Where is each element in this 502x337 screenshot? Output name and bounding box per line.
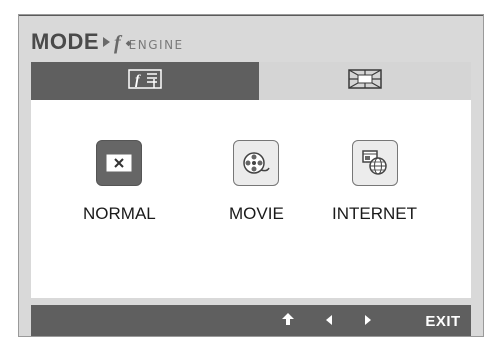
osd-window: MODE f ENGINE f NORMAL MOVIE INTERNET EX… (18, 14, 484, 337)
osd-title: MODE f ENGINE (31, 29, 184, 59)
mode-internet-label: INTERNET (332, 204, 417, 223)
normal-mode-icon (96, 140, 143, 186)
tab-f-engine[interactable]: f (31, 62, 259, 100)
picture-adjust-icon (348, 68, 382, 94)
mode-movie[interactable]: MOVIE (229, 140, 284, 224)
title-f-glyph: f (114, 32, 121, 54)
mode-movie-label: MOVIE (229, 204, 284, 223)
footer-bar: EXIT (31, 305, 471, 336)
title-engine: ENGINE (128, 38, 184, 52)
left-button[interactable] (316, 305, 342, 336)
exit-label: EXIT (425, 313, 461, 330)
title-mode: MODE (31, 29, 99, 54)
mode-normal[interactable]: NORMAL (83, 140, 156, 224)
mode-normal-label: NORMAL (83, 204, 156, 223)
svg-text:f: f (135, 73, 141, 88)
exit-button[interactable]: EXIT (423, 305, 463, 336)
up-button[interactable] (275, 305, 301, 336)
breadcrumb-arrow-icon (103, 37, 110, 47)
f-engine-icon: f (128, 68, 162, 94)
up-arrow-icon (281, 312, 295, 331)
right-button[interactable] (355, 305, 381, 336)
tab-picture[interactable] (259, 62, 471, 100)
right-arrow-icon (363, 313, 373, 331)
mode-panel: NORMAL MOVIE INTERNET (31, 100, 471, 298)
tab-bar: f (31, 62, 471, 100)
mode-internet[interactable]: INTERNET (332, 140, 417, 224)
left-arrow-icon (324, 313, 334, 331)
movie-reel-icon (233, 140, 280, 186)
internet-globe-icon (351, 140, 398, 186)
